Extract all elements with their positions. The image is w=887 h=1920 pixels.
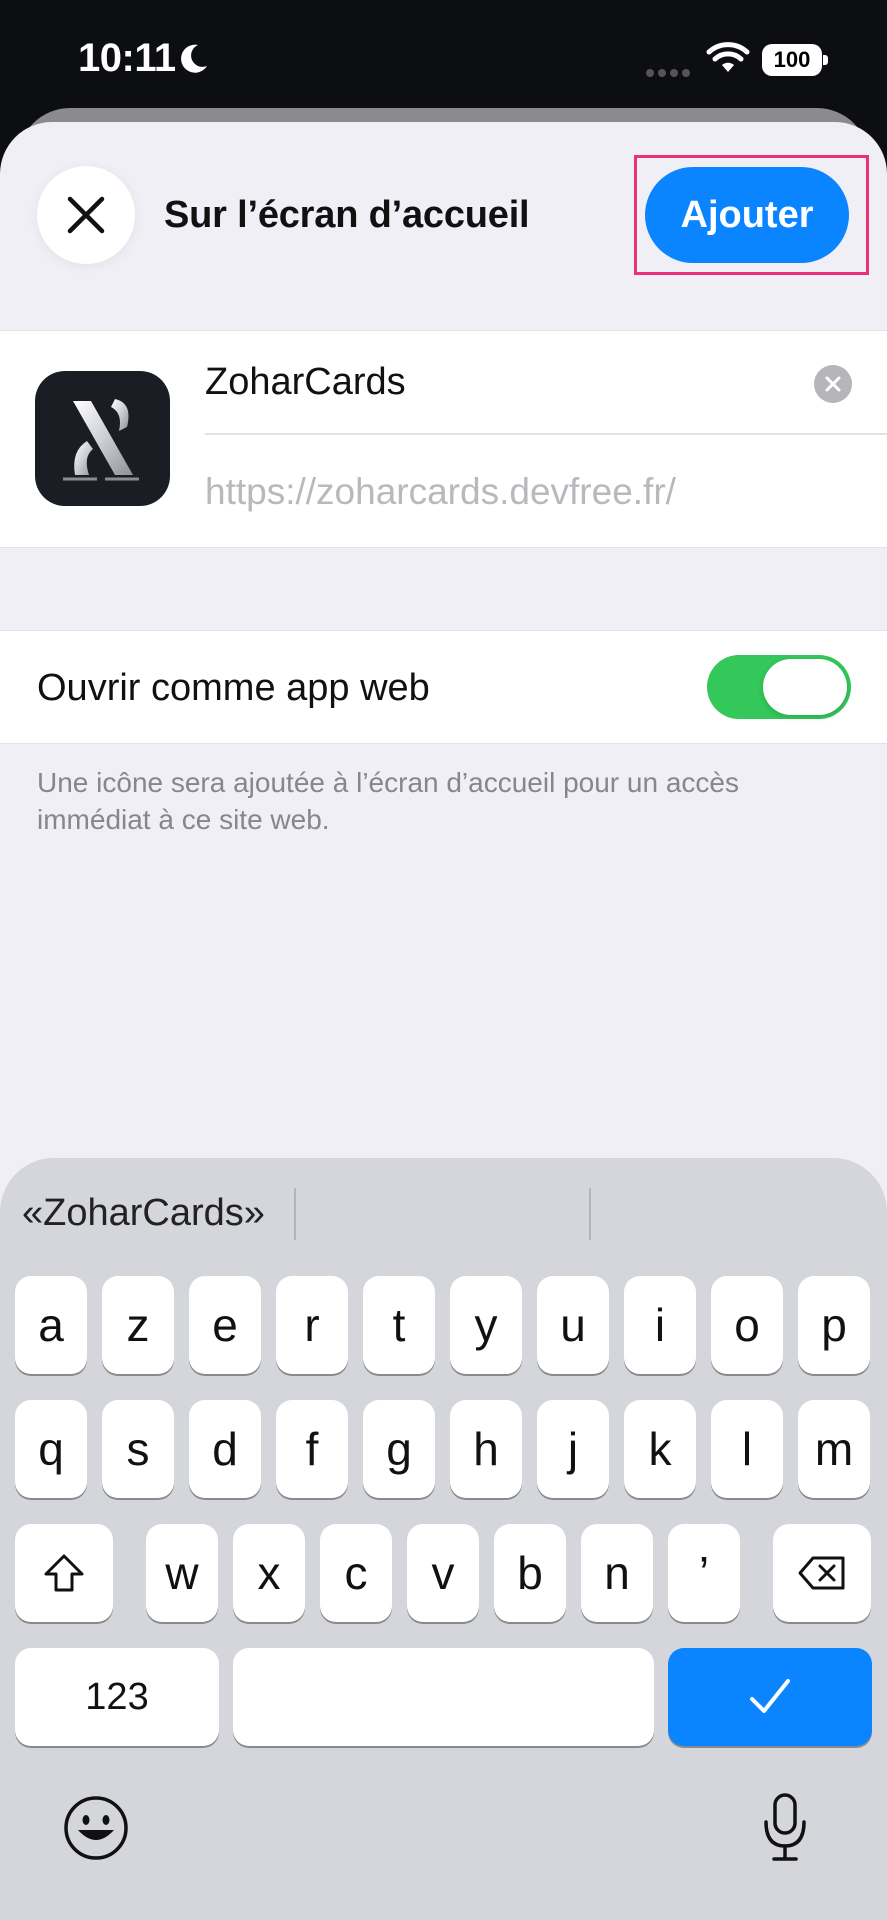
- key[interactable]: r: [276, 1276, 348, 1374]
- suggestion-item[interactable]: «ZoharCards»: [22, 1192, 265, 1235]
- key[interactable]: v: [407, 1524, 479, 1622]
- key[interactable]: f: [276, 1400, 348, 1498]
- highlight-annotation: [634, 155, 869, 275]
- key[interactable]: i: [624, 1276, 696, 1374]
- microphone-icon[interactable]: [760, 1792, 810, 1864]
- key[interactable]: d: [189, 1400, 261, 1498]
- suggestion-divider: [294, 1188, 296, 1240]
- option-footnote: Une icône sera ajoutée à l’écran d’accue…: [37, 767, 739, 835]
- app-name-field[interactable]: ZoharCards: [205, 361, 406, 404]
- app-icon: [35, 371, 170, 506]
- moon-icon: [181, 44, 207, 73]
- shift-icon: [44, 1554, 84, 1592]
- aleph-logo-icon: [63, 399, 139, 481]
- close-icon: [67, 196, 105, 234]
- checkmark-icon: [750, 1679, 790, 1713]
- cellular-signal-icon: [646, 64, 694, 77]
- key[interactable]: w: [146, 1524, 218, 1622]
- key[interactable]: k: [624, 1400, 696, 1498]
- key[interactable]: t: [363, 1276, 435, 1374]
- key[interactable]: a: [15, 1276, 87, 1374]
- key[interactable]: q: [15, 1400, 87, 1498]
- battery-level: 100: [762, 44, 822, 76]
- clear-text-icon[interactable]: [814, 365, 852, 403]
- key[interactable]: z: [102, 1276, 174, 1374]
- numbers-key[interactable]: 123: [15, 1648, 219, 1746]
- web-app-toggle[interactable]: [707, 655, 851, 719]
- key[interactable]: e: [189, 1276, 261, 1374]
- key[interactable]: y: [450, 1276, 522, 1374]
- key[interactable]: c: [320, 1524, 392, 1622]
- key[interactable]: b: [494, 1524, 566, 1622]
- web-app-option-row: Ouvrir comme app web: [0, 630, 887, 744]
- backspace-key[interactable]: [773, 1524, 871, 1622]
- suggestion-divider: [589, 1188, 591, 1240]
- field-divider: [205, 433, 887, 435]
- toggle-knob: [763, 659, 847, 715]
- keyboard: «ZoharCards» a z e r t y u i o p q s d f…: [0, 1158, 887, 1920]
- app-url: https://zoharcards.devfree.fr/: [205, 471, 676, 512]
- key[interactable]: n: [581, 1524, 653, 1622]
- battery-icon: 100: [762, 44, 828, 76]
- shift-key[interactable]: [15, 1524, 113, 1622]
- emoji-icon[interactable]: [62, 1794, 130, 1862]
- sheet-title: Sur l’écran d’accueil: [164, 194, 530, 236]
- key[interactable]: g: [363, 1400, 435, 1498]
- space-key[interactable]: [233, 1648, 654, 1746]
- suggestion-bar: «ZoharCards»: [0, 1158, 887, 1270]
- web-app-option-label: Ouvrir comme app web: [37, 667, 430, 709]
- close-button[interactable]: [37, 166, 135, 264]
- key[interactable]: p: [798, 1276, 870, 1374]
- key[interactable]: s: [102, 1400, 174, 1498]
- key[interactable]: u: [537, 1276, 609, 1374]
- key[interactable]: ’: [668, 1524, 740, 1622]
- key[interactable]: l: [711, 1400, 783, 1498]
- wifi-icon: [706, 42, 750, 72]
- done-key[interactable]: [668, 1648, 872, 1746]
- key[interactable]: j: [537, 1400, 609, 1498]
- key[interactable]: x: [233, 1524, 305, 1622]
- key[interactable]: o: [711, 1276, 783, 1374]
- key[interactable]: m: [798, 1400, 870, 1498]
- status-bar: 10:11 100: [0, 0, 887, 110]
- backspace-icon: [798, 1556, 845, 1590]
- app-info-section: ZoharCards https://zoharcards.devfree.fr…: [0, 330, 887, 548]
- key[interactable]: h: [450, 1400, 522, 1498]
- status-time: 10:11: [78, 36, 176, 80]
